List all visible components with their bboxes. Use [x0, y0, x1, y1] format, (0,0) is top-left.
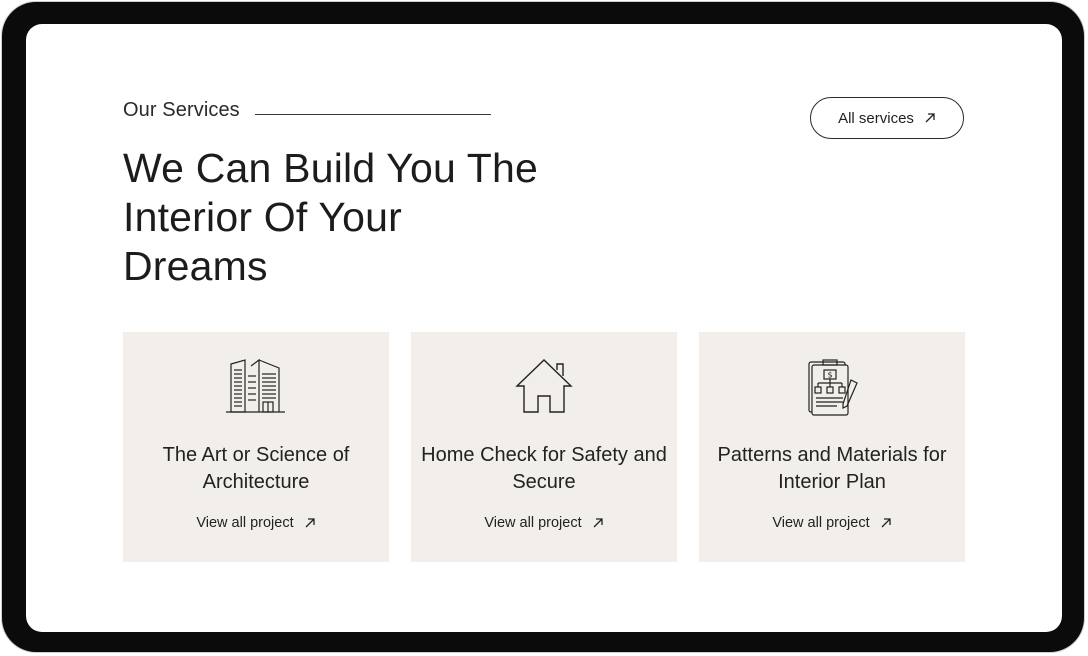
card-title: Home Check for Safety and Secure: [421, 444, 667, 493]
view-all-project-link[interactable]: View all project: [699, 515, 965, 531]
tablet-frame: Our Services We Can Build You The Interi…: [2, 2, 1084, 652]
eyebrow-divider: [254, 114, 491, 115]
view-all-project-link[interactable]: View all project: [123, 515, 389, 531]
eyebrow-label: Our Services: [123, 99, 240, 121]
arrow-up-right-icon: [593, 518, 603, 528]
service-card-interior-plan[interactable]: $ Patterns and Materials for Interior Pl…: [699, 332, 965, 562]
card-title: The Art or Science of Architecture: [162, 444, 350, 493]
buildings-icon: [226, 358, 285, 413]
view-all-project-link[interactable]: View all project: [411, 515, 677, 531]
all-services-label: All services: [838, 109, 914, 127]
section-heading: We Can Build You The Interior Of Your Dr…: [123, 145, 539, 289]
service-card-architecture[interactable]: The Art or Science of Architecture View …: [123, 332, 389, 562]
svg-text:$: $: [827, 371, 832, 380]
services-cards: The Art or Science of Architecture View …: [123, 332, 965, 562]
arrow-up-right-icon: [305, 518, 315, 528]
screen: Our Services We Can Build You The Interi…: [26, 24, 1062, 632]
house-icon: [515, 359, 573, 413]
blueprint-plan-icon: $: [808, 359, 858, 416]
view-all-project-label: View all project: [196, 515, 294, 531]
arrow-up-right-icon: [925, 113, 935, 123]
view-all-project-label: View all project: [772, 515, 870, 531]
view-all-project-label: View all project: [484, 515, 582, 531]
section-eyebrow: Our Services: [123, 99, 491, 122]
all-services-button[interactable]: All services: [810, 97, 964, 139]
service-card-home-check[interactable]: Home Check for Safety and Secure View al…: [411, 332, 677, 562]
arrow-up-right-icon: [881, 518, 891, 528]
card-title: Patterns and Materials for Interior Plan: [717, 444, 947, 493]
